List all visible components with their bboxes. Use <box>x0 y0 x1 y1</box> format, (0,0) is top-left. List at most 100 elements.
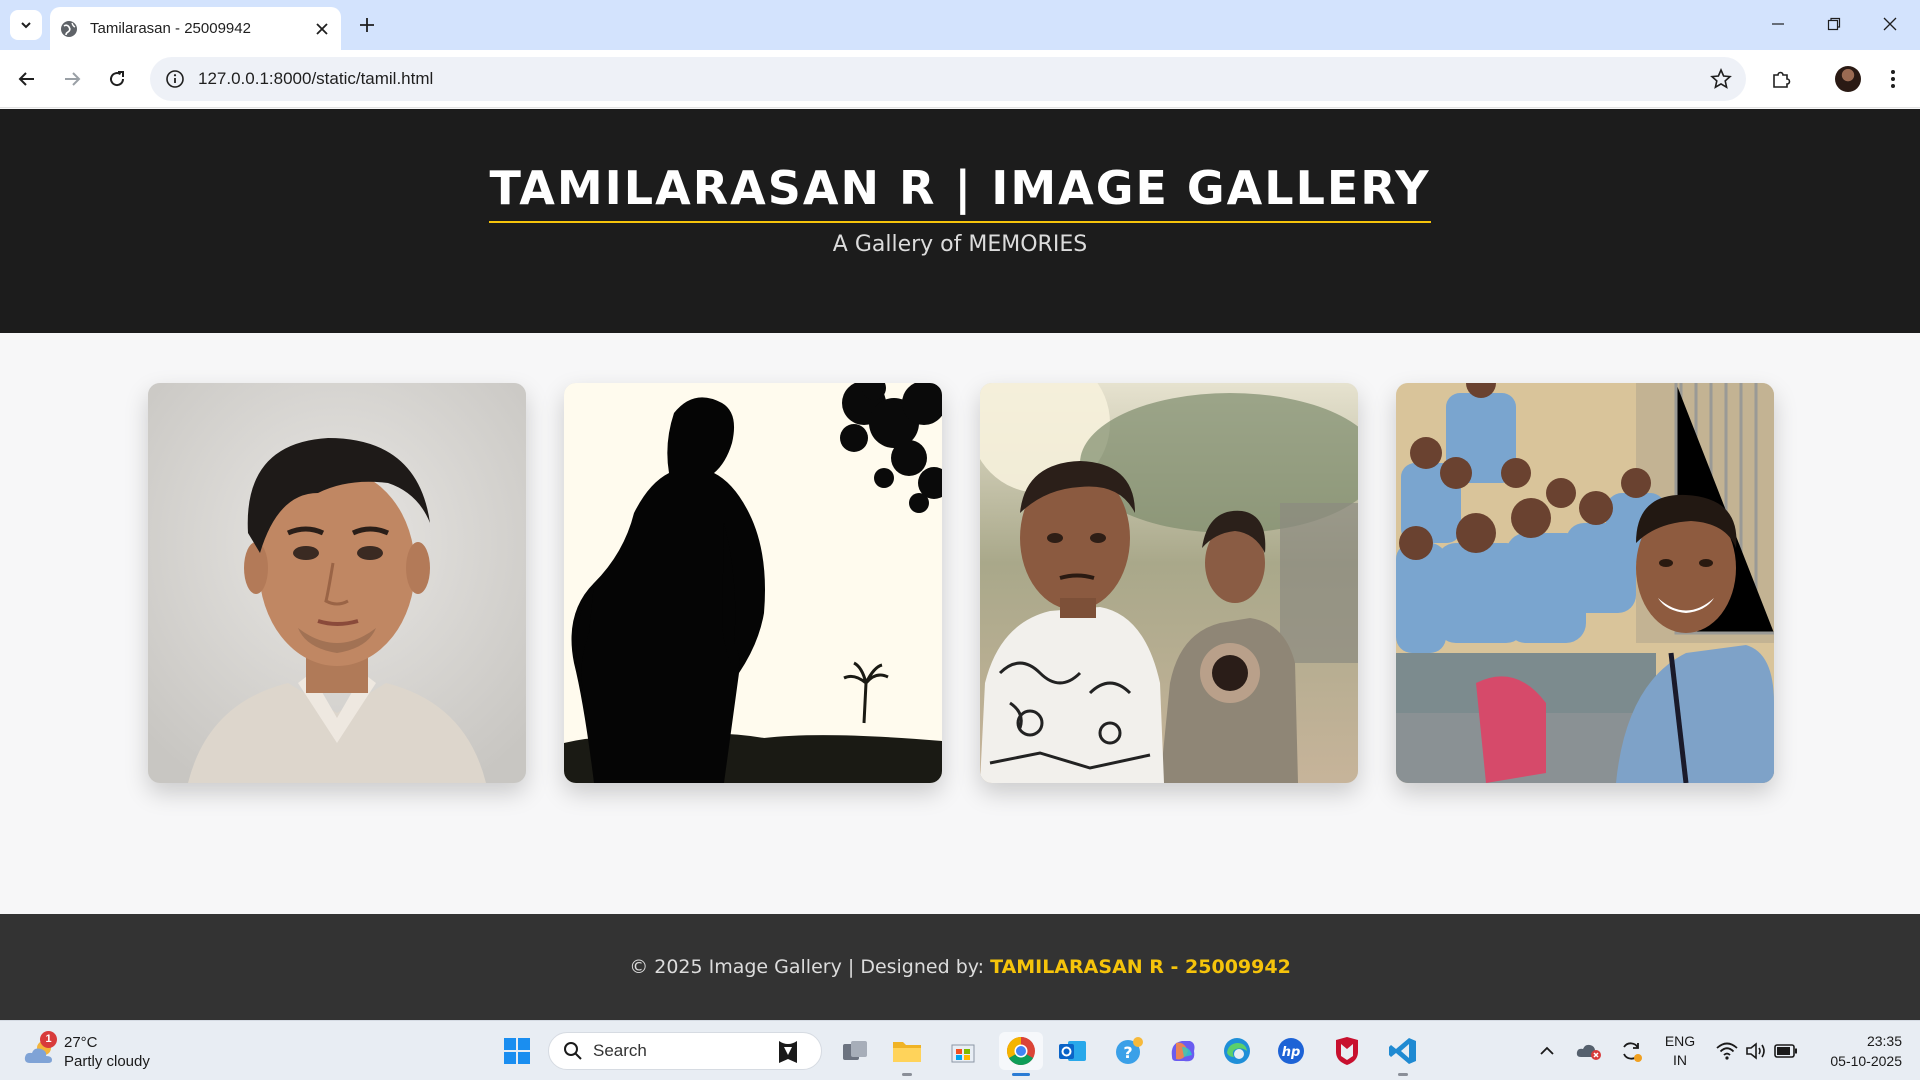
outlook-button[interactable] <box>1054 1032 1092 1070</box>
forward-button[interactable] <box>55 62 89 96</box>
onedrive-status[interactable] <box>1574 1032 1604 1070</box>
page-subtitle: A Gallery of MEMORIES <box>832 232 1088 257</box>
search-placeholder: Search <box>593 1041 647 1060</box>
copilot-button[interactable] <box>1164 1032 1202 1070</box>
speaker-icon <box>1746 1042 1765 1060</box>
sync-status[interactable] <box>1616 1032 1646 1070</box>
gallery-image-silhouette[interactable] <box>564 383 942 783</box>
reload-button[interactable] <box>100 62 134 96</box>
url-text[interactable]: 127.0.0.1:8000/static/tamil.html <box>198 69 433 89</box>
cloud-error-icon <box>1576 1044 1601 1060</box>
plus-icon <box>360 18 374 32</box>
language-code: ENG <box>1664 1033 1696 1049</box>
extensions-button[interactable] <box>1764 62 1798 96</box>
page-footer: © 2025 Image Gallery | Designed by: TAMI… <box>0 914 1920 1020</box>
restore-button[interactable] <box>1814 8 1854 40</box>
help-icon: ? <box>1116 1037 1143 1064</box>
footer-text: © 2025 Image Gallery | Designed by: TAMI… <box>0 956 1920 978</box>
hp-button[interactable]: hp <box>1272 1032 1310 1070</box>
task-view-icon <box>843 1041 867 1060</box>
weather-widget[interactable]: 1 27°C Partly cloudy <box>20 1031 170 1073</box>
close-window-button[interactable] <box>1870 8 1910 40</box>
vscode-icon <box>1389 1038 1416 1064</box>
store-icon <box>951 1044 975 1063</box>
close-tab-icon[interactable] <box>313 20 331 38</box>
battery-status[interactable] <box>1771 1032 1801 1070</box>
page-header: TAMILARASAN R | IMAGE GALLERY A Gallery … <box>0 109 1920 333</box>
help-button[interactable]: ? <box>1110 1032 1148 1070</box>
image-gallery <box>148 383 1774 783</box>
browser-tab[interactable]: Tamilarasan - 25009942 <box>50 7 341 50</box>
task-view-button[interactable] <box>836 1032 874 1070</box>
profile-button[interactable] <box>1831 62 1865 96</box>
clock-time: 23:35 <box>1866 1033 1902 1049</box>
minimize-button[interactable] <box>1758 8 1798 40</box>
language-indicator[interactable]: ENG IN <box>1664 1032 1696 1070</box>
arrow-right-icon <box>65 72 81 86</box>
hp-icon: hp <box>1278 1038 1304 1064</box>
puzzle-icon <box>1773 71 1791 88</box>
vscode-button[interactable] <box>1384 1032 1422 1076</box>
sync-icon <box>1623 1042 1642 1062</box>
windows-logo-icon <box>504 1038 530 1064</box>
page-title: TAMILARASAN R | IMAGE GALLERY <box>489 161 1431 223</box>
bookmark-star-icon[interactable] <box>1710 68 1732 90</box>
taskbar-search[interactable]: Search <box>548 1032 822 1070</box>
chrome-button[interactable] <box>999 1032 1043 1076</box>
weather-description: Partly cloudy <box>64 1053 150 1070</box>
show-hidden-icons-button[interactable] <box>1534 1032 1560 1070</box>
gallery-image-friends[interactable] <box>980 383 1358 783</box>
clock-date: 05-10-2025 <box>1830 1053 1902 1069</box>
edge-button[interactable] <box>1218 1032 1256 1070</box>
browser-toolbar: 127.0.0.1:8000/static/tamil.html <box>0 50 1920 108</box>
new-tab-button[interactable] <box>352 10 382 40</box>
web-page: TAMILARASAN R | IMAGE GALLERY A Gallery … <box>0 109 1920 1020</box>
copilot-icon <box>1171 1041 1195 1062</box>
search-icon <box>564 1042 582 1060</box>
reload-icon <box>110 71 125 87</box>
svg-text:hp: hp <box>1282 1045 1301 1060</box>
tab-title: Tamilarasan - 25009942 <box>90 20 251 37</box>
gallery-image-classroom[interactable] <box>1396 383 1774 783</box>
address-bar[interactable]: 127.0.0.1:8000/static/tamil.html <box>150 57 1746 101</box>
active-indicator <box>1012 1073 1030 1076</box>
system-clock[interactable]: 23:35 05-10-2025 <box>1830 1031 1902 1071</box>
keyboard-region: IN <box>1673 1052 1687 1068</box>
taskbar: 1 27°C Partly cloudy Search ? hp ENG IN … <box>0 1020 1920 1080</box>
page-title-wrap: TAMILARASAN R | IMAGE GALLERY <box>0 161 1920 223</box>
info-icon[interactable] <box>164 68 186 90</box>
search-highlight-icon <box>779 1041 797 1063</box>
start-button[interactable] <box>498 1032 536 1070</box>
wifi-status[interactable] <box>1712 1032 1742 1070</box>
running-indicator <box>902 1073 912 1076</box>
file-explorer-button[interactable] <box>888 1032 926 1076</box>
browser-tab-strip: Tamilarasan - 25009942 <box>0 0 1920 50</box>
more-vertical-icon <box>1891 70 1895 88</box>
battery-icon <box>1774 1044 1797 1058</box>
chevron-up-icon <box>1540 1046 1554 1055</box>
restore-icon <box>1827 17 1841 31</box>
weather-temperature: 27°C <box>64 1034 98 1051</box>
footer-designer: TAMILARASAN R - 25009942 <box>990 956 1291 978</box>
back-button[interactable] <box>10 62 44 96</box>
svg-text:?: ? <box>1123 1043 1132 1062</box>
running-indicator <box>1398 1073 1408 1076</box>
minimize-icon <box>1772 23 1784 25</box>
wifi-icon <box>1716 1042 1738 1060</box>
folder-icon <box>893 1042 921 1062</box>
shield-icon <box>1336 1037 1358 1065</box>
globe-icon <box>61 20 77 37</box>
edge-icon <box>1224 1038 1250 1064</box>
footer-copyright: © 2025 Image Gallery | Designed by: <box>629 956 991 978</box>
microsoft-store-button[interactable] <box>944 1032 982 1070</box>
volume-control[interactable] <box>1741 1032 1771 1070</box>
mcafee-button[interactable] <box>1328 1032 1366 1070</box>
browser-menu-button[interactable] <box>1876 62 1910 96</box>
gallery-image-portrait[interactable] <box>148 383 526 783</box>
outlook-icon <box>1059 1041 1086 1061</box>
chevron-down-icon <box>21 22 31 29</box>
avatar <box>1835 66 1861 92</box>
tab-search-button[interactable] <box>10 10 42 40</box>
notification-badge: 1 <box>40 1031 57 1048</box>
arrow-left-icon <box>18 72 34 86</box>
